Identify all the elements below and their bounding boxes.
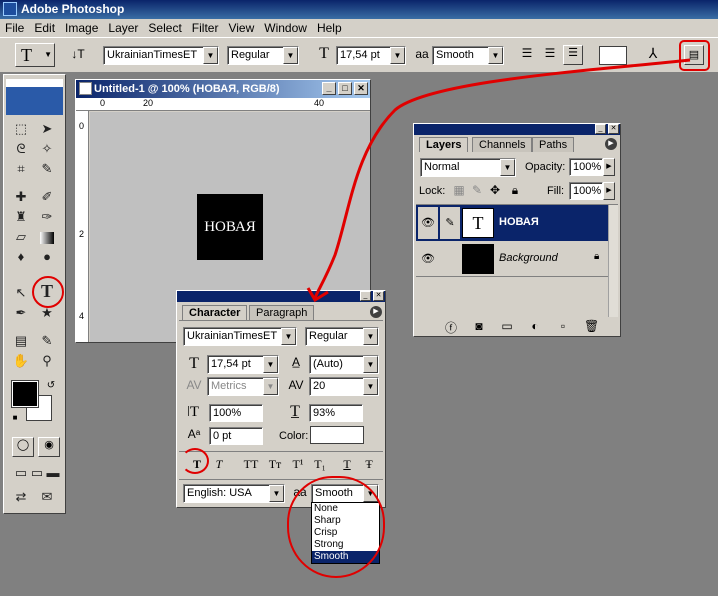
annotation-arrow-line bbox=[313, 58, 691, 299]
foreground-color-swatch[interactable] bbox=[11, 380, 39, 408]
tab-character[interactable]: Character bbox=[182, 305, 248, 320]
tab-layers[interactable]: Layers bbox=[419, 137, 469, 152]
annotation-arrow bbox=[306, 58, 691, 303]
